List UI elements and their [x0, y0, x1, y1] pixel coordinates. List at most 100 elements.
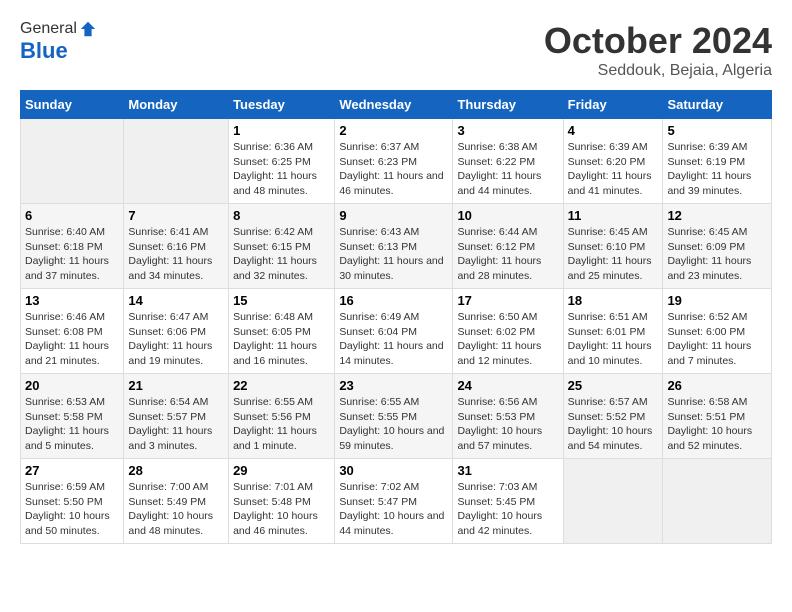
calendar-cell: 6 Sunrise: 6:40 AMSunset: 6:18 PMDaylight…: [21, 204, 124, 289]
calendar-cell: 11 Sunrise: 6:45 AMSunset: 6:10 PMDayligh…: [563, 204, 663, 289]
calendar-cell: 14Sunrise: 6:47 AMSunset: 6:06 PMDayligh…: [124, 289, 229, 374]
day-number: 25: [568, 378, 659, 393]
day-info: Sunrise: 6:42 AMSunset: 6:15 PMDaylight:…: [233, 225, 330, 284]
day-info: Sunrise: 7:03 AMSunset: 5:45 PMDaylight:…: [457, 480, 558, 539]
header-wednesday: Wednesday: [335, 91, 453, 119]
day-info: Sunrise: 6:41 AMSunset: 6:16 PMDaylight:…: [128, 225, 224, 284]
day-number: 6: [25, 208, 119, 223]
calendar-cell: 2 Sunrise: 6:37 AMSunset: 6:23 PMDaylight…: [335, 119, 453, 204]
day-info: Sunrise: 6:55 AMSunset: 5:55 PMDaylight:…: [339, 395, 448, 454]
day-number: 18: [568, 293, 659, 308]
day-number: 16: [339, 293, 448, 308]
day-number: 10: [457, 208, 558, 223]
calendar-week-row: 6 Sunrise: 6:40 AMSunset: 6:18 PMDaylight…: [21, 204, 772, 289]
calendar-table: SundayMondayTuesdayWednesdayThursdayFrid…: [20, 90, 772, 544]
day-number: 3: [457, 123, 558, 138]
day-number: 7: [128, 208, 224, 223]
calendar-cell: 24 Sunrise: 6:56 AMSunset: 5:53 PMDayligh…: [453, 374, 563, 459]
calendar-cell: 9 Sunrise: 6:43 AMSunset: 6:13 PMDaylight…: [335, 204, 453, 289]
calendar-cell: 30 Sunrise: 7:02 AMSunset: 5:47 PMDayligh…: [335, 459, 453, 544]
calendar-cell: 19Sunrise: 6:52 AMSunset: 6:00 PMDayligh…: [663, 289, 772, 374]
calendar-cell: 7 Sunrise: 6:41 AMSunset: 6:16 PMDaylight…: [124, 204, 229, 289]
day-info: Sunrise: 7:02 AMSunset: 5:47 PMDaylight:…: [339, 480, 448, 539]
day-number: 5: [667, 123, 767, 138]
day-info: Sunrise: 6:55 AMSunset: 5:56 PMDaylight:…: [233, 395, 330, 454]
day-info: Sunrise: 6:50 AMSunset: 6:02 PMDaylight:…: [457, 310, 558, 369]
logo: General Blue: [20, 20, 97, 64]
day-info: Sunrise: 6:38 AMSunset: 6:22 PMDaylight:…: [457, 140, 558, 199]
calendar-cell: 15Sunrise: 6:48 AMSunset: 6:05 PMDayligh…: [229, 289, 335, 374]
day-info: Sunrise: 6:45 AMSunset: 6:10 PMDaylight:…: [568, 225, 659, 284]
day-info: Sunrise: 7:01 AMSunset: 5:48 PMDaylight:…: [233, 480, 330, 539]
calendar-cell: 5 Sunrise: 6:39 AMSunset: 6:19 PMDaylight…: [663, 119, 772, 204]
day-info: Sunrise: 6:53 AMSunset: 5:58 PMDaylight:…: [25, 395, 119, 454]
day-number: 2: [339, 123, 448, 138]
calendar-week-row: 27 Sunrise: 6:59 AMSunset: 5:50 PMDayligh…: [21, 459, 772, 544]
day-number: 21: [128, 378, 224, 393]
calendar-cell: 8 Sunrise: 6:42 AMSunset: 6:15 PMDaylight…: [229, 204, 335, 289]
location: Seddouk, Bejaia, Algeria: [544, 62, 772, 80]
day-number: 29: [233, 463, 330, 478]
calendar-cell: 1Sunrise: 6:36 AMSunset: 6:25 PMDaylight…: [229, 119, 335, 204]
day-number: 20: [25, 378, 119, 393]
day-info: Sunrise: 6:52 AMSunset: 6:00 PMDaylight:…: [667, 310, 767, 369]
calendar-cell: [21, 119, 124, 204]
day-number: 9: [339, 208, 448, 223]
calendar-cell: 12 Sunrise: 6:45 AMSunset: 6:09 PMDayligh…: [663, 204, 772, 289]
logo-general: General: [20, 20, 77, 38]
calendar-cell: 16Sunrise: 6:49 AMSunset: 6:04 PMDayligh…: [335, 289, 453, 374]
logo-blue: Blue: [20, 38, 97, 64]
day-info: Sunrise: 6:39 AMSunset: 6:19 PMDaylight:…: [667, 140, 767, 199]
day-number: 12: [667, 208, 767, 223]
header-sunday: Sunday: [21, 91, 124, 119]
calendar-week-row: 13Sunrise: 6:46 AMSunset: 6:08 PMDayligh…: [21, 289, 772, 374]
day-number: 15: [233, 293, 330, 308]
day-number: 30: [339, 463, 448, 478]
month-title: October 2024: [544, 20, 772, 62]
day-number: 17: [457, 293, 558, 308]
day-info: Sunrise: 6:37 AMSunset: 6:23 PMDaylight:…: [339, 140, 448, 199]
day-info: Sunrise: 6:43 AMSunset: 6:13 PMDaylight:…: [339, 225, 448, 284]
day-info: Sunrise: 6:36 AMSunset: 6:25 PMDaylight:…: [233, 140, 330, 199]
day-info: Sunrise: 6:51 AMSunset: 6:01 PMDaylight:…: [568, 310, 659, 369]
day-number: 22: [233, 378, 330, 393]
day-info: Sunrise: 6:47 AMSunset: 6:06 PMDaylight:…: [128, 310, 224, 369]
calendar-cell: [563, 459, 663, 544]
day-number: 8: [233, 208, 330, 223]
calendar-cell: 26Sunrise: 6:58 AMSunset: 5:51 PMDayligh…: [663, 374, 772, 459]
calendar-cell: 23 Sunrise: 6:55 AMSunset: 5:55 PMDayligh…: [335, 374, 453, 459]
day-info: Sunrise: 6:57 AMSunset: 5:52 PMDaylight:…: [568, 395, 659, 454]
title-section: October 2024 Seddouk, Bejaia, Algeria: [544, 20, 772, 80]
day-number: 24: [457, 378, 558, 393]
day-info: Sunrise: 6:40 AMSunset: 6:18 PMDaylight:…: [25, 225, 119, 284]
day-info: Sunrise: 6:59 AMSunset: 5:50 PMDaylight:…: [25, 480, 119, 539]
calendar-cell: [663, 459, 772, 544]
day-number: 28: [128, 463, 224, 478]
header-monday: Monday: [124, 91, 229, 119]
day-info: Sunrise: 6:56 AMSunset: 5:53 PMDaylight:…: [457, 395, 558, 454]
day-number: 4: [568, 123, 659, 138]
calendar-cell: 13Sunrise: 6:46 AMSunset: 6:08 PMDayligh…: [21, 289, 124, 374]
day-number: 23: [339, 378, 448, 393]
calendar-cell: [124, 119, 229, 204]
calendar-cell: 31Sunrise: 7:03 AMSunset: 5:45 PMDayligh…: [453, 459, 563, 544]
day-number: 11: [568, 208, 659, 223]
day-info: Sunrise: 6:45 AMSunset: 6:09 PMDaylight:…: [667, 225, 767, 284]
calendar-cell: 27 Sunrise: 6:59 AMSunset: 5:50 PMDayligh…: [21, 459, 124, 544]
calendar-cell: 29 Sunrise: 7:01 AMSunset: 5:48 PMDayligh…: [229, 459, 335, 544]
calendar-header-row: SundayMondayTuesdayWednesdayThursdayFrid…: [21, 91, 772, 119]
calendar-cell: 21Sunrise: 6:54 AMSunset: 5:57 PMDayligh…: [124, 374, 229, 459]
calendar-cell: 25 Sunrise: 6:57 AMSunset: 5:52 PMDayligh…: [563, 374, 663, 459]
day-info: Sunrise: 7:00 AMSunset: 5:49 PMDaylight:…: [128, 480, 224, 539]
header-saturday: Saturday: [663, 91, 772, 119]
calendar-cell: 3 Sunrise: 6:38 AMSunset: 6:22 PMDaylight…: [453, 119, 563, 204]
calendar-cell: 17 Sunrise: 6:50 AMSunset: 6:02 PMDayligh…: [453, 289, 563, 374]
calendar-week-row: 1Sunrise: 6:36 AMSunset: 6:25 PMDaylight…: [21, 119, 772, 204]
day-number: 27: [25, 463, 119, 478]
logo-icon: [79, 20, 97, 38]
calendar-cell: 28 Sunrise: 7:00 AMSunset: 5:49 PMDayligh…: [124, 459, 229, 544]
calendar-cell: 22 Sunrise: 6:55 AMSunset: 5:56 PMDayligh…: [229, 374, 335, 459]
calendar-cell: 4Sunrise: 6:39 AMSunset: 6:20 PMDaylight…: [563, 119, 663, 204]
page-header: General Blue October 2024 Seddouk, Bejai…: [20, 20, 772, 80]
day-info: Sunrise: 6:58 AMSunset: 5:51 PMDaylight:…: [667, 395, 767, 454]
